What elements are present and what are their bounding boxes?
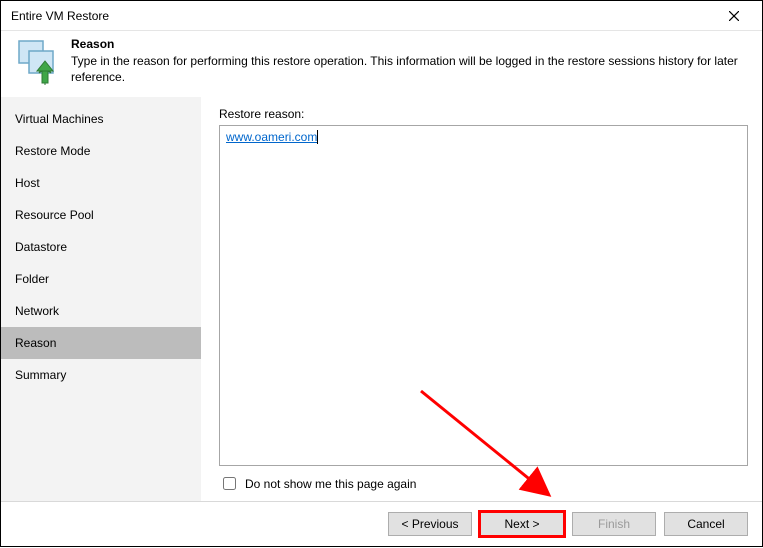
sidebar-item-reason[interactable]: Reason [1, 327, 201, 359]
sidebar-item-virtual-machines[interactable]: Virtual Machines [1, 103, 201, 135]
cancel-button[interactable]: Cancel [664, 512, 748, 536]
wizard-window: Entire VM Restore Reason Type in the rea… [0, 0, 763, 547]
sidebar-item-summary[interactable]: Summary [1, 359, 201, 391]
sidebar-item-host[interactable]: Host [1, 167, 201, 199]
sidebar-item-folder[interactable]: Folder [1, 263, 201, 295]
finish-button: Finish [572, 512, 656, 536]
wizard-header: Reason Type in the reason for performing… [1, 31, 762, 97]
dont-show-checkbox-row[interactable]: Do not show me this page again [219, 474, 748, 493]
close-icon [729, 11, 739, 21]
wizard-footer: < Previous Next > Finish Cancel [1, 501, 762, 546]
reason-textarea[interactable]: www.oameri.com [219, 125, 748, 466]
window-title: Entire VM Restore [11, 9, 109, 23]
titlebar: Entire VM Restore [1, 1, 762, 31]
wizard-step-title: Reason [71, 37, 748, 51]
reason-label: Restore reason: [219, 107, 748, 121]
previous-button[interactable]: < Previous [388, 512, 472, 536]
text-caret [317, 130, 318, 144]
sidebar-item-resource-pool[interactable]: Resource Pool [1, 199, 201, 231]
wizard-body: Virtual Machines Restore Mode Host Resou… [1, 97, 762, 501]
reason-value: www.oameri.com [226, 130, 317, 144]
wizard-header-text: Reason Type in the reason for performing… [71, 37, 748, 87]
close-button[interactable] [714, 2, 754, 30]
sidebar-item-restore-mode[interactable]: Restore Mode [1, 135, 201, 167]
sidebar-item-network[interactable]: Network [1, 295, 201, 327]
dont-show-label: Do not show me this page again [245, 477, 416, 491]
restore-icon [15, 37, 59, 87]
wizard-main: Restore reason: www.oameri.com Do not sh… [201, 97, 762, 501]
wizard-sidebar: Virtual Machines Restore Mode Host Resou… [1, 97, 201, 501]
dont-show-checkbox[interactable] [223, 477, 236, 490]
sidebar-item-datastore[interactable]: Datastore [1, 231, 201, 263]
next-button[interactable]: Next > [480, 512, 564, 536]
wizard-step-description: Type in the reason for performing this r… [71, 53, 748, 85]
